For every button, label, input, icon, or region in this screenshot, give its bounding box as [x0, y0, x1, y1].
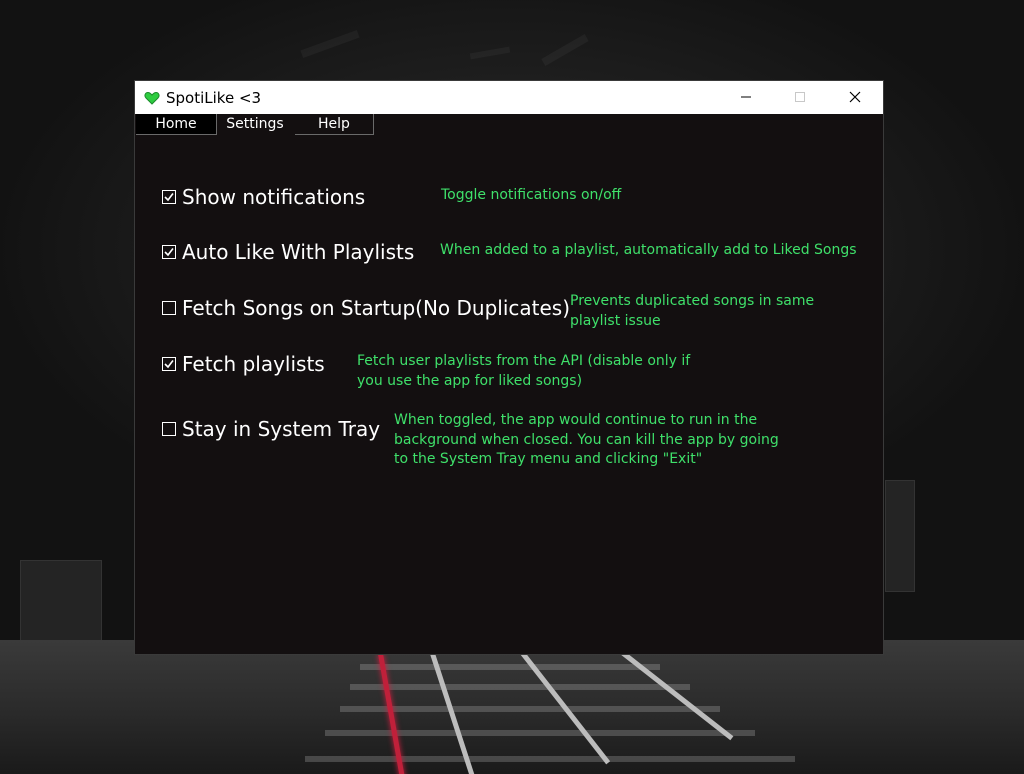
setting-auto-like-with-playlists[interactable]: Auto Like With Playlists [162, 240, 414, 264]
title-bar[interactable]: SpotiLike <3 [135, 81, 883, 114]
minimize-icon [740, 88, 752, 107]
checkbox-checked-icon[interactable] [162, 190, 176, 204]
checkbox-unchecked-icon[interactable] [162, 301, 176, 315]
close-button[interactable] [832, 81, 878, 114]
checkbox-checked-icon[interactable] [162, 245, 176, 259]
minimize-button[interactable] [723, 81, 769, 114]
checkbox-checked-icon[interactable] [162, 357, 176, 371]
setting-label: Fetch playlists [182, 352, 325, 376]
maximize-icon [794, 88, 806, 107]
tab-settings[interactable]: Settings [219, 114, 291, 134]
setting-fetch-songs-on-startup[interactable]: Fetch Songs on Startup(No Duplicates) [162, 296, 570, 320]
setting-fetch-playlists[interactable]: Fetch playlists [162, 352, 325, 376]
green-heart-icon [144, 90, 160, 106]
setting-description: Prevents duplicated songs in same playli… [570, 293, 815, 329]
setting-stay-in-system-tray[interactable]: Stay in System Tray [162, 417, 380, 441]
setting-show-notifications[interactable]: Show notifications [162, 185, 365, 209]
window-title: SpotiLike <3 [166, 88, 262, 107]
setting-description: When toggled, the app would continue to … [394, 412, 779, 467]
menu-bar: Home Settings Help [135, 114, 375, 135]
app-window: SpotiLike <3 Home Settings Help Show not… [135, 81, 883, 654]
setting-description: Toggle notifications on/off [441, 187, 622, 203]
setting-label: Fetch Songs on Startup(No Duplicates) [182, 296, 571, 320]
setting-label: Auto Like With Playlists [182, 240, 415, 264]
tab-home[interactable]: Home [136, 114, 217, 135]
setting-label: Stay in System Tray [182, 417, 381, 441]
setting-description: Fetch user playlists from the API (disab… [357, 353, 691, 389]
maximize-button[interactable] [777, 81, 823, 114]
close-icon [849, 88, 861, 107]
setting-description: When added to a playlist, automatically … [440, 242, 857, 258]
tab-help[interactable]: Help [295, 114, 374, 135]
setting-label: Show notifications [182, 185, 366, 209]
checkbox-unchecked-icon[interactable] [162, 422, 176, 436]
